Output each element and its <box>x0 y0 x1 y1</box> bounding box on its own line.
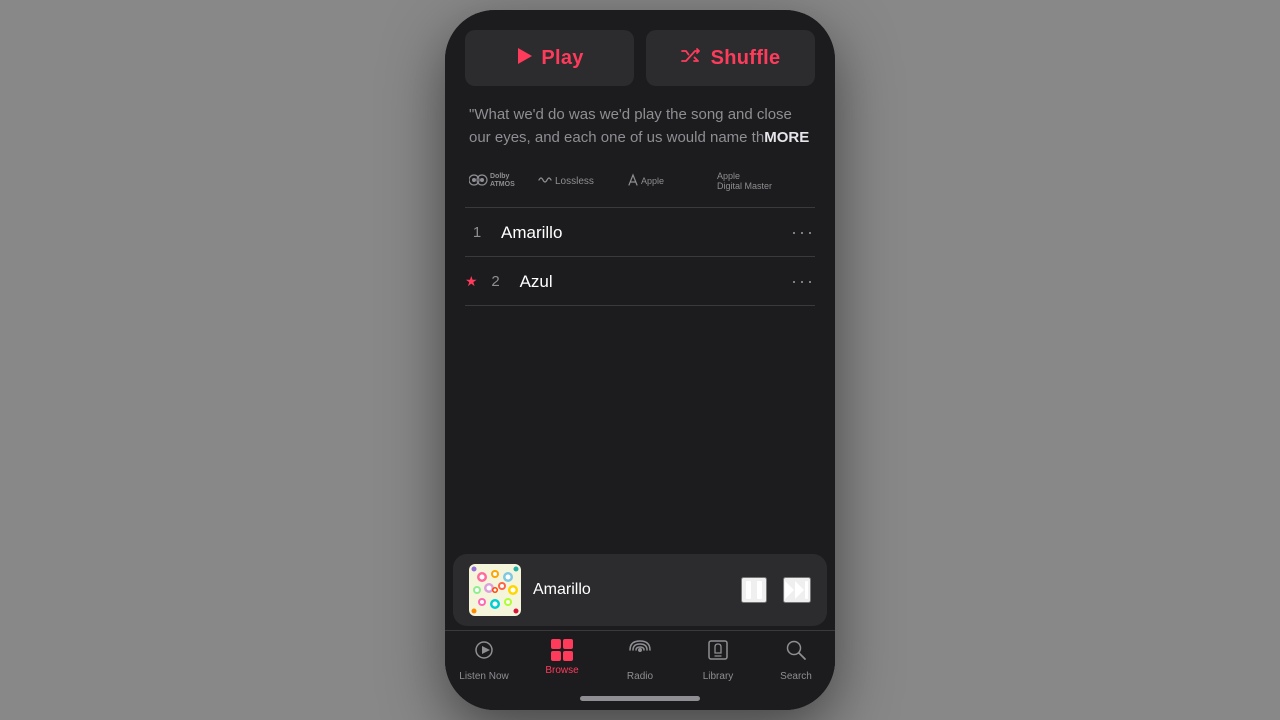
skip-forward-button[interactable] <box>783 577 811 603</box>
tab-listen-now-label: Listen Now <box>459 671 508 682</box>
svg-text:Dolby: Dolby <box>490 173 510 180</box>
play-button[interactable]: Play <box>465 30 634 86</box>
svg-text:Apple: Apple <box>717 171 740 181</box>
tab-radio-label: Radio <box>627 671 653 682</box>
tab-listen-now[interactable]: Listen Now <box>445 639 523 682</box>
track-row[interactable]: ★ 2 Azul ··· <box>445 257 835 306</box>
lossless-badge: Lossless <box>537 169 607 191</box>
skip-forward-icon <box>785 579 809 601</box>
mini-album-art <box>469 564 521 616</box>
shuffle-icon <box>681 47 703 70</box>
phone-content: Play Shuffle "What we'd do was we'd play… <box>445 10 835 710</box>
svg-text:Digital Master: Digital Master <box>717 181 772 191</box>
radio-icon <box>627 639 653 667</box>
tab-search[interactable]: Search <box>757 639 835 682</box>
shuffle-button[interactable]: Shuffle <box>646 30 815 86</box>
play-label: Play <box>541 47 583 70</box>
pause-icon <box>743 579 765 601</box>
home-bar <box>580 696 700 701</box>
tab-browse-label: Browse <box>545 665 578 676</box>
dolby-icon: Dolby ATMOS <box>469 169 521 191</box>
home-indicator <box>445 686 835 710</box>
search-icon <box>785 639 807 667</box>
track-favorite-star: ★ <box>465 273 478 290</box>
track-more-button[interactable]: ··· <box>791 271 815 292</box>
mini-track-title: Amarillo <box>533 581 729 599</box>
phone-frame: Play Shuffle "What we'd do was we'd play… <box>445 10 835 710</box>
adm-badge: Apple Apple Digital Master <box>623 169 817 191</box>
action-buttons-row: Play Shuffle <box>445 10 835 100</box>
track-title: Azul <box>520 272 791 292</box>
dolby-badge: Dolby ATMOS <box>469 169 521 191</box>
mini-player-controls <box>741 577 811 603</box>
mini-player[interactable]: Amarillo <box>453 554 827 626</box>
track-list: 1 Amarillo ··· ★ 2 Azul ··· <box>445 208 835 550</box>
listen-now-icon <box>472 639 496 667</box>
adm-icon: Apple <box>623 169 713 191</box>
lossless-icon: Lossless <box>537 169 607 191</box>
tab-radio[interactable]: Radio <box>601 639 679 682</box>
tab-search-label: Search <box>780 671 812 682</box>
svg-text:ATMOS: ATMOS <box>490 181 515 188</box>
tab-browse[interactable]: Browse <box>523 639 601 682</box>
svg-text:Apple: Apple <box>641 176 664 186</box>
play-icon <box>515 47 533 70</box>
quote-text: "What we'd do was we'd play the song and… <box>469 106 809 146</box>
track-number: 2 <box>484 273 508 290</box>
tab-library-label: Library <box>703 671 734 682</box>
more-button[interactable]: MORE <box>764 129 809 146</box>
tab-library[interactable]: Library <box>679 639 757 682</box>
pause-button[interactable] <box>741 577 767 603</box>
browse-icon <box>551 639 573 661</box>
track-more-button[interactable]: ··· <box>791 222 815 243</box>
shuffle-label: Shuffle <box>711 47 781 70</box>
quote-area: "What we'd do was we'd play the song and… <box>445 100 835 163</box>
track-row[interactable]: 1 Amarillo ··· <box>445 208 835 257</box>
track-number: 1 <box>465 224 489 241</box>
library-icon <box>707 639 729 667</box>
track-title: Amarillo <box>501 223 791 243</box>
svg-text:Lossless: Lossless <box>555 176 594 187</box>
tab-bar: Listen Now Browse <box>445 630 835 686</box>
badges-row: Dolby ATMOS Lossless Apple <box>445 163 835 207</box>
